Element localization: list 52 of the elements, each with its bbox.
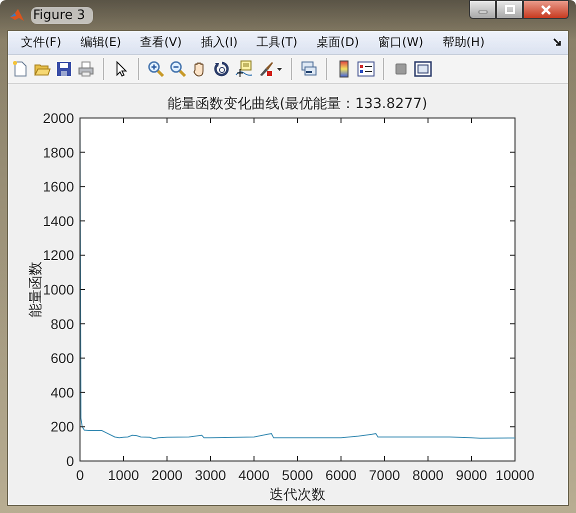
- tick-label: 1200: [42, 247, 74, 264]
- tick-label: 400: [50, 384, 74, 400]
- new-file-icon[interactable]: [11, 60, 29, 78]
- tick-label: 10000: [496, 467, 534, 483]
- menu-item[interactable]: 插入(I): [194, 32, 245, 53]
- legend-icon[interactable]: [357, 60, 375, 78]
- tick-label: 5000: [282, 467, 314, 483]
- tick-label: 1000: [108, 467, 140, 483]
- printer-icon[interactable]: [77, 60, 95, 78]
- close-icon: [540, 4, 552, 14]
- minimize-button[interactable]: [469, 0, 496, 19]
- tick-label: 0: [66, 453, 74, 469]
- link-icon[interactable]: [300, 60, 318, 78]
- save-icon[interactable]: [55, 60, 73, 78]
- menu-item[interactable]: 窗口(W): [371, 32, 430, 53]
- window-title: Figure 3: [31, 6, 94, 24]
- menu-item[interactable]: 桌面(D): [309, 32, 366, 53]
- tick-label: 0: [76, 467, 84, 483]
- tick-label: 3000: [194, 467, 226, 483]
- close-button[interactable]: [523, 0, 569, 19]
- chart-title: 能量函数变化曲线(最优能量：133.8277): [168, 96, 428, 112]
- plot-tools-icon[interactable]: [414, 60, 432, 78]
- tick-label: 1600: [42, 178, 74, 195]
- tick-label: 1000: [42, 282, 74, 298]
- tick-label: 4000: [238, 467, 270, 483]
- tick-label: 2000: [42, 110, 74, 126]
- maximize-icon: [504, 5, 514, 14]
- zoom-in-icon[interactable]: [147, 60, 165, 78]
- matlab-logo-icon: [9, 7, 25, 23]
- maximize-button[interactable]: [496, 0, 523, 19]
- data-cursor-icon[interactable]: [235, 60, 253, 78]
- tick-label: 9000: [456, 467, 488, 483]
- tick-label: 7000: [368, 467, 400, 483]
- rotate-icon[interactable]: [213, 60, 231, 78]
- tick-label: 6000: [325, 467, 357, 483]
- y-axis-label: 能量函数: [28, 262, 44, 318]
- menu-item[interactable]: 工具(T): [250, 32, 304, 53]
- menu-item[interactable]: 帮助(H): [435, 32, 492, 53]
- menu-item[interactable]: 文件(F): [14, 32, 68, 53]
- brush-icon[interactable]: [257, 60, 283, 78]
- menu-item[interactable]: 查看(V): [133, 32, 189, 53]
- tick-label: 2000: [151, 467, 183, 483]
- tick-label: 8000: [412, 467, 444, 483]
- zoom-out-icon[interactable]: [169, 60, 187, 78]
- tick-label: 800: [50, 316, 74, 332]
- tick-label: 200: [50, 418, 74, 435]
- dock-arrow-icon[interactable]: [553, 38, 562, 47]
- tick-label: 600: [50, 350, 74, 366]
- tick-label: 1800: [42, 144, 74, 160]
- menu-item[interactable]: 编辑(E): [73, 32, 128, 53]
- tick-label: 1400: [42, 212, 74, 229]
- x-axis-label: 迭代次数: [270, 487, 326, 503]
